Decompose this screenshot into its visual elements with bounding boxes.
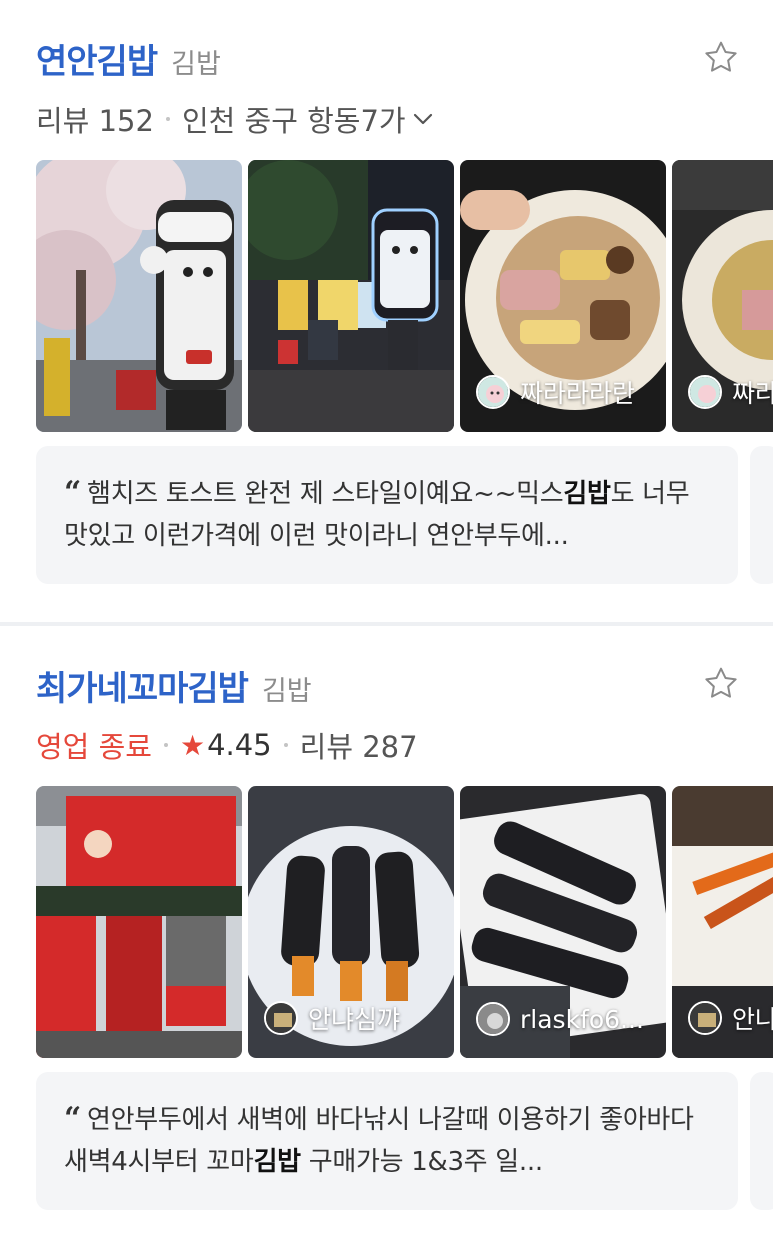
photo-author[interactable]: 안냐 <box>688 1000 773 1036</box>
photo-thumbnail[interactable] <box>36 160 242 432</box>
restaurant-name[interactable]: 최가네꼬마김밥 <box>36 661 249 710</box>
author-name: 짜라라라란 <box>520 379 636 408</box>
quote-icon: “ <box>64 475 81 510</box>
photo-author[interactable]: 짜라라라란 <box>476 374 635 410</box>
review-text: “연안부두에서 새벽에 바다낚시 나갈때 이용하기 좋아바다 새벽4시부터 꼬마… <box>64 1101 694 1177</box>
restaurant-name[interactable]: 연안김밥 <box>36 34 158 83</box>
photo-thumbnail[interactable]: 짜라라라란 <box>460 160 666 432</box>
photo-thumbnail[interactable]: 안냐심꺄 <box>248 786 454 1058</box>
restaurant-category: 김밥 <box>261 676 312 707</box>
avatar <box>476 1002 510 1036</box>
photo-thumbnail[interactable]: rlaskfo6... <box>460 786 666 1058</box>
separator-dot <box>283 743 288 747</box>
author-name: 안냐 <box>732 1005 773 1034</box>
photo-thumbnail[interactable]: 안냐 <box>672 786 773 1058</box>
quote-icon: “ <box>64 1101 81 1136</box>
photo-strip[interactable]: 안냐심꺄 rlaskfo6... 안냐 <box>36 786 773 1058</box>
title-row: 연안김밥 김밥 <box>36 34 221 83</box>
author-name: 짜라 <box>732 379 773 408</box>
meta-row: 리뷰 152 인천 중구 항동7가 <box>36 98 434 140</box>
photo-author[interactable]: 안냐심꺄 <box>264 1000 400 1036</box>
restaurant-category: 김밥 <box>171 49 221 80</box>
address[interactable]: 인천 중구 항동7가 <box>182 98 406 140</box>
review-snippet-next[interactable] <box>750 1072 773 1210</box>
photo-strip[interactable]: 짜라라라란 짜라 <box>36 160 773 432</box>
review-count[interactable]: 리뷰 152 <box>36 98 154 140</box>
chevron-down-icon[interactable] <box>412 112 434 126</box>
review-count[interactable]: 리뷰 287 <box>300 724 418 766</box>
photo-thumbnail[interactable] <box>36 786 242 1058</box>
separator-dot <box>165 117 170 121</box>
restaurant-card-choigane[interactable]: 최가네꼬마김밥 김밥 영업 종료 ★ 4.45 리뷰 287 안냐심꺄 rlas… <box>0 626 773 1233</box>
review-highlight: 김밥 <box>563 479 611 509</box>
title-row: 최가네꼬마김밥 김밥 <box>36 661 312 710</box>
photo-thumbnail[interactable]: 짜라 <box>672 160 773 432</box>
avatar <box>688 375 722 409</box>
review-snippet-next[interactable] <box>750 446 773 584</box>
review-snippet[interactable]: “연안부두에서 새벽에 바다낚시 나갈때 이용하기 좋아바다 새벽4시부터 꼬마… <box>36 1072 738 1210</box>
avatar <box>476 375 510 409</box>
star-filled-icon: ★ <box>179 728 206 762</box>
review-snippet[interactable]: “햄치즈 토스트 완전 제 스타일이예요~~믹스김밥도 너무 맛있고 이런가격에… <box>36 446 738 584</box>
avatar <box>264 1001 298 1035</box>
photo-author[interactable]: 짜라 <box>688 374 773 410</box>
separator-dot <box>163 743 168 747</box>
review-text: “햄치즈 토스트 완전 제 스타일이예요~~믹스김밥도 너무 맛있고 이런가격에… <box>64 475 690 551</box>
photo-thumbnail[interactable] <box>248 160 454 432</box>
review-highlight: 김밥 <box>253 1147 302 1177</box>
author-name: 안냐심꺄 <box>308 1005 401 1034</box>
avatar <box>688 1001 722 1035</box>
rating-value: 4.45 <box>207 728 272 762</box>
photo-author[interactable]: rlaskfo6... <box>476 1002 644 1036</box>
meta-row: 영업 종료 ★ 4.45 리뷰 287 <box>36 724 418 766</box>
favorite-star-icon[interactable] <box>701 38 741 78</box>
favorite-star-icon[interactable] <box>701 664 741 704</box>
restaurant-card-yeonan[interactable]: 연안김밥 김밥 리뷰 152 인천 중구 항동7가 짜라라라란 짜라 “ 햄치즈… <box>0 0 773 622</box>
status-badge: 영업 종료 <box>36 730 152 764</box>
author-name: rlaskfo6... <box>520 1004 644 1034</box>
